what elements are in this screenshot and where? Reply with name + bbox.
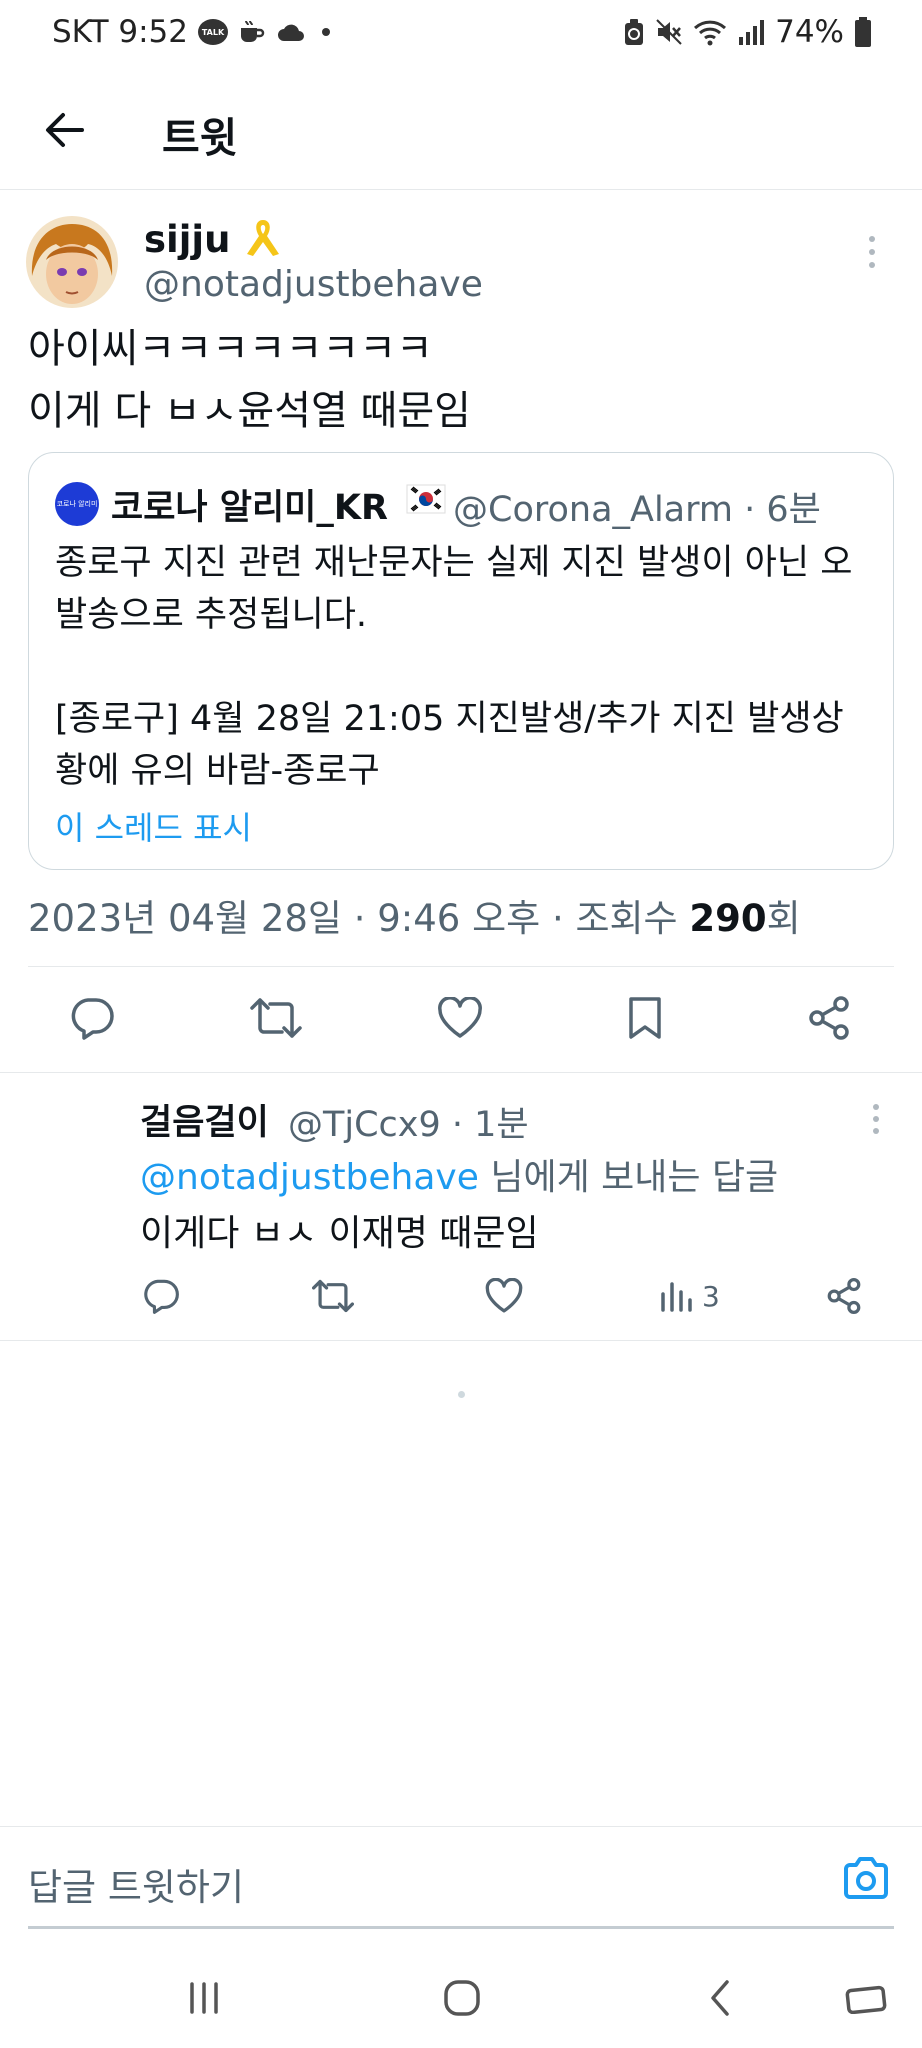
reply-reply-button[interactable]	[142, 1274, 180, 1318]
reply-view-count: 3	[702, 1279, 720, 1313]
reply-like-button[interactable]	[485, 1274, 523, 1318]
signal-icon	[739, 20, 765, 45]
recent-apps-icon	[190, 1982, 218, 2014]
bookmark-icon	[629, 997, 661, 1039]
author-avatar[interactable]	[26, 216, 118, 308]
reply-button[interactable]	[64, 990, 120, 1046]
carrier-time: SKT 9:52	[52, 14, 189, 50]
cloud-icon	[278, 24, 305, 41]
status-bar: SKT 9:52 TALK 74%	[0, 0, 922, 66]
camera-button[interactable]	[840, 1853, 892, 1905]
reply-composer: 답글 트윗하기	[0, 1826, 922, 1930]
reply-share-button[interactable]	[826, 1274, 862, 1318]
divider	[0, 1340, 922, 1341]
view-count[interactable]: 290	[689, 897, 766, 940]
view-count-suffix: 회	[766, 897, 801, 940]
heart-icon	[485, 1278, 523, 1313]
share-icon	[809, 996, 849, 1040]
reply-icon	[144, 1279, 179, 1314]
replying-to: @notadjustbehave 님에게 보내는 답글	[140, 1148, 778, 1200]
battery-percent: 74%	[775, 14, 844, 50]
camera-icon	[844, 1857, 888, 1899]
mention-link[interactable]: @notadjustbehave	[140, 1157, 479, 1198]
reply-author-name[interactable]: 걸음걸이	[140, 1094, 269, 1145]
author-name[interactable]: sijju	[144, 216, 283, 261]
reply-views-button[interactable]: 3	[660, 1274, 720, 1318]
retweet-icon	[250, 998, 302, 1038]
author-display-name[interactable]: sijju	[144, 218, 230, 261]
tweet-text: 아이씨ㅋㅋㅋㅋㅋㅋㅋㅋ 이게 다 ㅂㅅ윤석열 때문임	[28, 326, 471, 434]
recycle-icon	[625, 19, 644, 45]
share-icon	[827, 1278, 861, 1314]
tweet-timestamp: 2023년 04월 28일 · 9:46 오후 · 조회수	[28, 897, 690, 940]
bookmark-button[interactable]	[617, 990, 673, 1046]
recent-apps-button[interactable]	[174, 1970, 234, 2026]
divider	[28, 966, 894, 967]
coffee-icon	[241, 20, 265, 42]
reply-input[interactable]: 답글 트윗하기	[28, 1857, 244, 1911]
system-navigation-bar	[0, 1948, 922, 2048]
keyboard-toggle-button[interactable]	[836, 1970, 896, 2026]
analytics-icon	[661, 1282, 692, 1312]
retweet-icon	[312, 1279, 354, 1313]
tweet-meta: 2023년 04월 28일 · 9:46 오후 · 조회수 290회	[28, 888, 801, 942]
quoted-author-avatar[interactable]: 코로나 알리미	[55, 482, 99, 526]
rotate-screen-icon	[845, 1985, 887, 2014]
like-button[interactable]	[432, 990, 488, 1046]
more-vertical-icon	[869, 236, 875, 268]
reply-text: 이게다 ㅂㅅ 이재명 때문임	[140, 1213, 539, 1254]
author-handle[interactable]: @notadjustbehave	[144, 264, 483, 305]
top-app-bar: 트윗	[0, 66, 922, 190]
reply-retweet-button[interactable]	[312, 1274, 354, 1318]
loading-indicator	[458, 1391, 465, 1398]
mute-icon	[656, 19, 682, 45]
more-vertical-icon	[873, 1104, 879, 1134]
avatar-illustration-icon	[26, 216, 118, 308]
show-thread-link[interactable]: 이 스레드 표시	[55, 803, 252, 849]
reply-author-handle[interactable]: @TjCcx9 · 1분	[288, 1096, 529, 1147]
wifi-icon	[694, 20, 727, 46]
chevron-left-icon	[711, 1980, 729, 2016]
battery-icon	[855, 17, 871, 47]
back-nav-button[interactable]	[690, 1970, 750, 2026]
share-button[interactable]	[801, 990, 857, 1046]
back-button[interactable]	[38, 104, 90, 156]
home-button[interactable]	[432, 1970, 492, 2026]
more-options-button[interactable]	[862, 234, 882, 270]
reply-more-options-button[interactable]	[866, 1102, 886, 1136]
divider	[0, 1072, 922, 1073]
quoted-author-handle[interactable]: @Corona_Alarm · 6분	[453, 481, 821, 532]
korea-flag-icon	[406, 484, 446, 514]
back-arrow-icon	[46, 113, 84, 147]
page-title: 트윗	[162, 114, 238, 162]
home-icon	[444, 1980, 480, 2016]
reply-icon	[71, 998, 114, 1040]
quoted-author-name[interactable]: 코로나 알리미_KR	[111, 479, 388, 530]
quoted-tweet-text: 종로구 지진 관련 재난문자는 실제 지진 발생이 아닌 오발송으로 추정됩니다…	[55, 543, 853, 791]
talk-icon: TALK	[198, 19, 229, 45]
retweet-button[interactable]	[248, 990, 304, 1046]
yellow-ribbon-icon	[247, 220, 280, 256]
dot-icon	[322, 28, 331, 36]
quoted-tweet-card[interactable]: 코로나 알리미 코로나 알리미_KR @Corona_Alarm · 6분 종로…	[28, 452, 894, 870]
reply-input-underline	[28, 1926, 894, 1929]
heart-icon	[438, 997, 482, 1038]
replying-to-suffix: 님에게 보내는 답글	[478, 1157, 779, 1198]
